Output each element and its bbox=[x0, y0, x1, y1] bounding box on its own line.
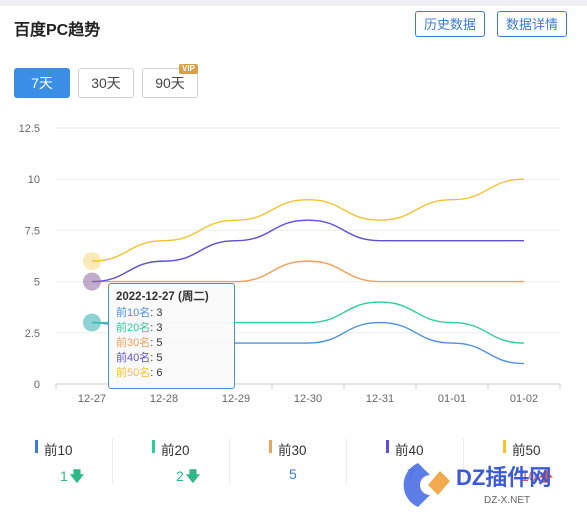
watermark-url: DZ-X.NET bbox=[484, 495, 530, 506]
stat-color-bar bbox=[386, 440, 389, 453]
marker-layer bbox=[83, 252, 101, 332]
tooltip-row-label: 前40名 bbox=[116, 352, 151, 364]
y-tick-label: 12.5 bbox=[19, 123, 40, 135]
tooltip-row-value: 6 bbox=[156, 367, 163, 379]
tooltip-row-label: 前20名 bbox=[116, 322, 151, 334]
series-line bbox=[91, 260, 524, 283]
hover-point bbox=[83, 252, 101, 271]
watermark-brand: DZ插件网 bbox=[456, 465, 551, 490]
tooltip-row-value: 5 bbox=[156, 337, 163, 349]
x-tick-label: 01-01 bbox=[438, 393, 466, 405]
tooltip-row: 前20名: 3 bbox=[116, 322, 163, 334]
stat-color-bar bbox=[503, 440, 506, 453]
tooltip-date: 2022-12-27 (周二) bbox=[116, 291, 209, 303]
stat-top30[interactable]: 前30 5 bbox=[269, 430, 386, 490]
y-tick-label: 7.5 bbox=[25, 225, 40, 237]
tooltip-row-value: 3 bbox=[156, 322, 163, 334]
stat-name: 前30 bbox=[278, 443, 307, 458]
y-tick-layer: 0 2.5 5 7.5 10 12.5 bbox=[19, 123, 40, 391]
stat-name: 前10 bbox=[44, 443, 73, 458]
stat-top10[interactable]: 前10 1 🡇 bbox=[35, 430, 152, 490]
stat-top20[interactable]: 前20 2 🡇 bbox=[152, 430, 269, 490]
y-tick-label: 10 bbox=[28, 174, 40, 186]
stat-color-bar bbox=[35, 440, 38, 453]
y-tick-label: 0 bbox=[34, 379, 40, 391]
x-tick-label: 01-02 bbox=[510, 393, 538, 405]
stat-divider bbox=[346, 438, 347, 484]
stat-value-wrap: 1 🡇 bbox=[60, 466, 84, 490]
trend-line-chart: 0 2.5 5 7.5 10 12.5 12-27 12-28 12-29 12-30 12-31… bbox=[19, 123, 561, 405]
stat-value: 5 bbox=[289, 466, 297, 482]
trend-arrow-icon: 🡇 bbox=[69, 468, 85, 484]
y-tick-label: 2.5 bbox=[25, 328, 40, 340]
tooltip-row: 前10名: 3 bbox=[116, 307, 163, 319]
x-tick-label: 12-29 bbox=[222, 393, 250, 405]
stat-divider bbox=[229, 438, 230, 484]
hover-point bbox=[83, 313, 101, 332]
x-tick-label: 12-28 bbox=[150, 393, 178, 405]
stat-value-wrap: 2 🡇 bbox=[176, 466, 200, 490]
stat-value-wrap: 5 bbox=[289, 466, 299, 482]
hover-point bbox=[83, 272, 101, 291]
dz-watermark: DZ插件网 DZ-X.NET bbox=[403, 463, 551, 507]
stat-divider bbox=[112, 438, 113, 484]
trend-arrow-icon: 🡇 bbox=[185, 468, 201, 484]
y-tick-label: 5 bbox=[34, 277, 40, 289]
tooltip-row-value: 5 bbox=[156, 352, 163, 364]
x-tick-label: 12-30 bbox=[294, 393, 322, 405]
series-line bbox=[91, 219, 524, 283]
tooltip-row: 前50名: 6 bbox=[116, 367, 163, 379]
stat-value: 2 bbox=[176, 468, 184, 484]
dz-logo-icon bbox=[403, 463, 450, 507]
x-tick-label: 12-27 bbox=[78, 393, 106, 405]
stat-color-bar bbox=[269, 440, 272, 453]
stat-value: 1 bbox=[60, 468, 68, 484]
stat-color-bar bbox=[152, 440, 155, 453]
tooltip-row-label: 前30名 bbox=[116, 337, 151, 349]
tooltip-row-label: 前10名 bbox=[116, 307, 151, 319]
stat-name: 前20 bbox=[161, 443, 190, 458]
chart-tooltip: 2022-12-27 (周二) 前10名: 3 前20名: 3 前30名: 5 … bbox=[108, 283, 235, 389]
x-tick-label: 12-31 bbox=[366, 393, 394, 405]
tooltip-row-value: 3 bbox=[156, 307, 163, 319]
tooltip-row: 前30名: 5 bbox=[116, 337, 163, 349]
tooltip-row: 前40名: 5 bbox=[116, 352, 163, 364]
tooltip-row-label: 前50名 bbox=[116, 367, 151, 379]
